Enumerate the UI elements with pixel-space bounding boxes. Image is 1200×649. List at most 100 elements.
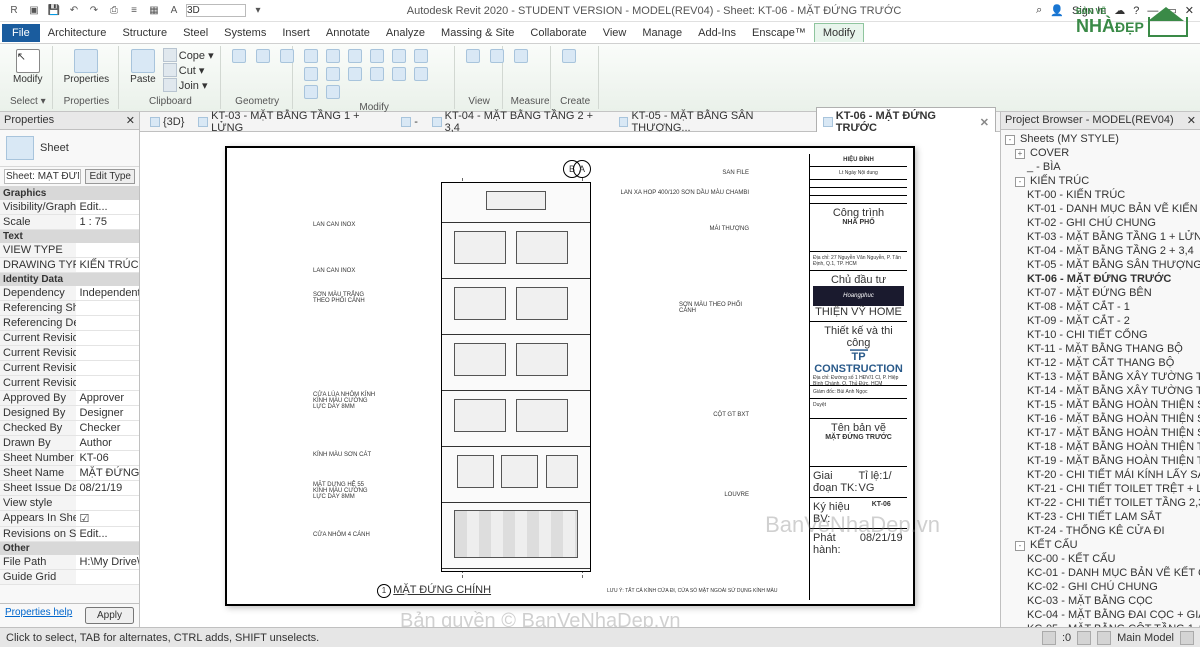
measure-btn[interactable] bbox=[511, 48, 531, 64]
redo-icon[interactable]: ↷ bbox=[86, 3, 102, 19]
prop-row[interactable]: Revisions on Sh...Edit... bbox=[0, 527, 139, 542]
tree-node[interactable]: - KẾT CẤU bbox=[1003, 538, 1198, 552]
tab-steel[interactable]: Steel bbox=[175, 24, 216, 42]
mod-btn[interactable] bbox=[411, 48, 431, 64]
tree-node[interactable]: KT-15 - MẶT BẰNG HOÀN THIỆN SÀN TRỆT + L bbox=[1003, 398, 1198, 412]
tab-systems[interactable]: Systems bbox=[216, 24, 274, 42]
tree-node[interactable]: - Sheets (MY STYLE) bbox=[1003, 132, 1198, 146]
tab-insert[interactable]: Insert bbox=[274, 24, 318, 42]
tree-node[interactable]: KC-01 - DANH MỤC BẢN VẼ KẾT CẤU bbox=[1003, 566, 1198, 580]
tab-architecture[interactable]: Architecture bbox=[40, 24, 115, 42]
view-tab[interactable]: - bbox=[395, 114, 424, 130]
tree-node[interactable]: KT-05 - MẶT BẰNG SÂN THƯỢNG + MÁI TUM bbox=[1003, 258, 1198, 272]
tree-node[interactable]: KT-14 - MẶT BẰNG XÂY TƯỜNG TẦNG 2,3,4+S bbox=[1003, 384, 1198, 398]
mod-btn[interactable] bbox=[389, 48, 409, 64]
prop-row[interactable]: Current Revisio... bbox=[0, 361, 139, 376]
prop-row[interactable]: Referencing De... bbox=[0, 316, 139, 331]
mod-btn[interactable] bbox=[367, 66, 387, 82]
mod-btn[interactable] bbox=[389, 66, 409, 82]
tree-node[interactable]: KC-03 - MẶT BẰNG CỌC bbox=[1003, 594, 1198, 608]
property-grid[interactable]: GraphicsVisibility/Graph...Edit...Scale1… bbox=[0, 187, 139, 603]
mod-btn[interactable] bbox=[323, 84, 343, 100]
prop-row[interactable]: Appears In She...☑ bbox=[0, 511, 139, 527]
tree-node[interactable]: KT-03 - MẶT BẰNG TẦNG 1 + LỬNG bbox=[1003, 230, 1198, 244]
tab-manage[interactable]: Manage bbox=[634, 24, 690, 42]
qat-icon[interactable]: A bbox=[166, 3, 182, 19]
tree-node[interactable]: KT-17 - MẶT BẰNG HOÀN THIỆN SÂN TUM bbox=[1003, 426, 1198, 440]
file-menu[interactable]: File bbox=[2, 24, 40, 42]
prop-row[interactable]: Checked ByChecker bbox=[0, 421, 139, 436]
navigation-bar[interactable] bbox=[956, 156, 992, 192]
geom-btn[interactable] bbox=[253, 48, 273, 64]
qat-dropdown-icon[interactable]: ▾ bbox=[250, 3, 266, 19]
tree-node[interactable]: KT-24 - THỐNG KÊ CỬA ĐI bbox=[1003, 524, 1198, 538]
sheet-name-input[interactable] bbox=[4, 169, 81, 184]
view-btn[interactable] bbox=[463, 48, 483, 64]
prop-row[interactable]: Designed ByDesigner bbox=[0, 406, 139, 421]
tab-addins[interactable]: Add-Ins bbox=[690, 24, 744, 42]
geom-btn[interactable] bbox=[277, 48, 297, 64]
project-tree[interactable]: - Sheets (MY STYLE)+ COVER _ - BÌA- KIẾN… bbox=[1001, 130, 1200, 627]
geom-btn[interactable] bbox=[229, 48, 249, 64]
prop-section[interactable]: Identity Data bbox=[0, 273, 139, 286]
tree-node[interactable]: KT-19 - MẶT BẰNG HOÀN THIỆN TRẦN TẦNG 2 bbox=[1003, 454, 1198, 468]
status-icon[interactable] bbox=[1077, 631, 1091, 645]
tree-node[interactable]: + COVER bbox=[1003, 146, 1198, 160]
edit-type-button[interactable]: Edit Type bbox=[85, 169, 135, 184]
status-model[interactable]: Main Model bbox=[1117, 632, 1174, 644]
status-icon[interactable] bbox=[1180, 631, 1194, 645]
view-btn[interactable] bbox=[487, 48, 507, 64]
mod-btn[interactable] bbox=[345, 66, 365, 82]
tree-node[interactable]: KT-10 - CHI TIẾT CỔNG bbox=[1003, 328, 1198, 342]
user-icon[interactable]: 👤 bbox=[1050, 4, 1064, 17]
mod-btn[interactable] bbox=[323, 66, 343, 82]
tree-node[interactable]: KT-11 - MẶT BẰNG THANG BỘ bbox=[1003, 342, 1198, 356]
qat-search[interactable] bbox=[186, 4, 246, 17]
view-tab[interactable]: {3D} bbox=[144, 114, 190, 130]
qat-icon[interactable]: ▦ bbox=[146, 3, 162, 19]
prop-row[interactable]: Current Revisio... bbox=[0, 331, 139, 346]
tree-node[interactable]: KT-12 - MẶT CẮT THANG BỘ bbox=[1003, 356, 1198, 370]
tree-node[interactable]: KT-16 - MẶT BẰNG HOÀN THIỆN SÀN TẦNG 2, bbox=[1003, 412, 1198, 426]
create-btn[interactable] bbox=[559, 48, 579, 64]
mod-btn[interactable] bbox=[301, 66, 321, 82]
prop-row[interactable]: DRAWING TYPEKIẾN TRÚC bbox=[0, 258, 139, 273]
tab-modify[interactable]: Modify bbox=[814, 23, 864, 42]
tree-node[interactable]: KT-13 - MẶT BẰNG XÂY TƯỜNG TẦNG TRỆT + L bbox=[1003, 370, 1198, 384]
status-icon[interactable] bbox=[1097, 631, 1111, 645]
properties-help-link[interactable]: Properties help bbox=[5, 607, 72, 624]
mod-btn[interactable] bbox=[411, 66, 431, 82]
tree-node[interactable]: KT-21 - CHI TIẾT TOILET TRỆT + LỬNG bbox=[1003, 482, 1198, 496]
status-icon[interactable] bbox=[1042, 631, 1056, 645]
tree-node[interactable]: KT-01 - DANH MỤC BẢN VẼ KIẾN TRÚC bbox=[1003, 202, 1198, 216]
open-icon[interactable]: ▣ bbox=[26, 3, 42, 19]
tree-node[interactable]: KT-20 - CHI TIẾT MÁI KÍNH LẤY SÁNG bbox=[1003, 468, 1198, 482]
qat-icon[interactable]: ≡ bbox=[126, 3, 142, 19]
mod-btn[interactable] bbox=[301, 84, 321, 100]
prop-section[interactable]: Text bbox=[0, 230, 139, 243]
mod-btn[interactable] bbox=[323, 48, 343, 64]
tree-node[interactable]: KT-02 - GHI CHÚ CHUNG bbox=[1003, 216, 1198, 230]
cut-button[interactable]: Cut ▾ bbox=[163, 63, 214, 77]
modify-button[interactable]: ↖Modify bbox=[10, 48, 45, 86]
mod-btn[interactable] bbox=[345, 48, 365, 64]
tree-node[interactable]: KT-06 - MẶT ĐỨNG TRƯỚC bbox=[1003, 272, 1198, 286]
close-icon[interactable]: ✕ bbox=[126, 114, 135, 127]
tree-node[interactable]: _ - BÌA bbox=[1003, 160, 1198, 174]
prop-row[interactable]: Scale1 : 75 bbox=[0, 215, 139, 230]
tree-node[interactable]: KC-02 - GHI CHÚ CHUNG bbox=[1003, 580, 1198, 594]
tab-structure[interactable]: Structure bbox=[114, 24, 175, 42]
prop-row[interactable]: Sheet NameMẶT ĐỨNG TR bbox=[0, 466, 139, 481]
tree-node[interactable]: KT-18 - MẶT BẰNG HOÀN THIỆN TRẦN TẦNG T bbox=[1003, 440, 1198, 454]
prop-row[interactable]: Visibility/Graph...Edit... bbox=[0, 200, 139, 215]
prop-row[interactable]: Current Revisio... bbox=[0, 346, 139, 361]
prop-row[interactable]: Guide Grid bbox=[0, 570, 139, 585]
tree-node[interactable]: KC-05 - MẶT BẰNG CỘT TẦNG 1 + LỬNG bbox=[1003, 622, 1198, 627]
mod-btn[interactable] bbox=[367, 48, 387, 64]
paste-button[interactable]: Paste bbox=[127, 48, 159, 86]
prop-row[interactable]: Sheet NumberKT-06 bbox=[0, 451, 139, 466]
tree-node[interactable]: KT-22 - CHI TIẾT TOILET TẦNG 2,3,4 bbox=[1003, 496, 1198, 510]
tree-node[interactable]: - KIẾN TRÚC bbox=[1003, 174, 1198, 188]
tree-node[interactable]: KT-00 - KIẾN TRÚC bbox=[1003, 188, 1198, 202]
tree-node[interactable]: KC-00 - KẾT CẤU bbox=[1003, 552, 1198, 566]
